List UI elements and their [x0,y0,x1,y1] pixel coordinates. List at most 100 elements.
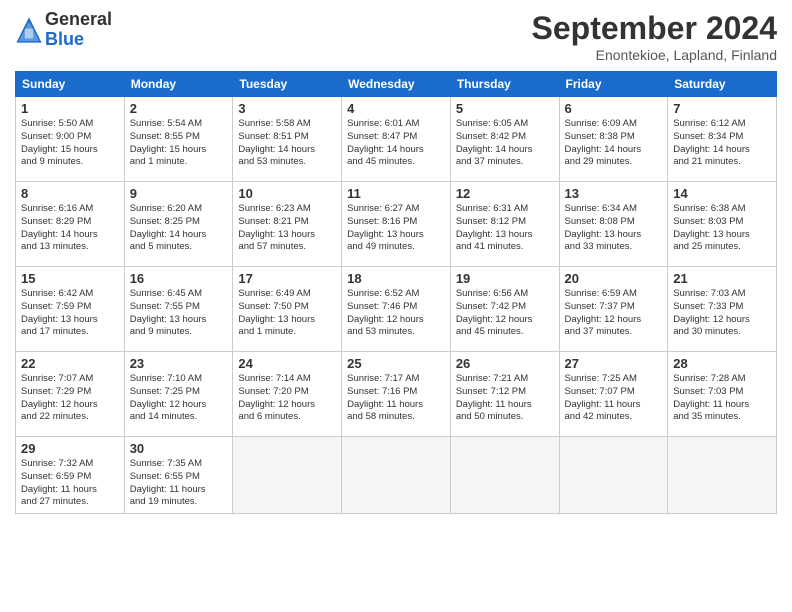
col-thursday: Thursday [450,72,559,97]
day-number: 19 [456,271,554,286]
table-row: 19Sunrise: 6:56 AMSunset: 7:42 PMDayligh… [450,267,559,352]
table-row: 20 Sunrise: 6:59 AMSunset: 7:37 PMDayligh… [559,267,668,352]
col-tuesday: Tuesday [233,72,342,97]
table-row: 6 Sunrise: 6:09 AMSunset: 8:38 PMDaylight… [559,97,668,182]
logo: General Blue [15,10,112,50]
table-row: 25 Sunrise: 7:17 AMSunset: 7:16 PMDayligh… [342,352,451,437]
table-row: 18 Sunrise: 6:52 AMSunset: 7:46 PMDayligh… [342,267,451,352]
table-row: 15 Sunrise: 6:42 AMSunset: 7:59 PMDayligh… [16,267,125,352]
table-row: 26 Sunrise: 7:21 AMSunset: 7:12 PMDayligh… [450,352,559,437]
day-info: Sunrise: 6:38 AMSunset: 8:03 PMDaylight:… [673,203,771,254]
table-row: 23 Sunrise: 7:10 AMSunset: 7:25 PMDayligh… [124,352,233,437]
day-info: Sunrise: 7:21 AMSunset: 7:12 PMDaylight:… [456,373,554,424]
day-info: Sunrise: 6:05 AMSunset: 8:42 PMDaylight:… [456,118,554,169]
col-saturday: Saturday [668,72,777,97]
day-info: Sunrise: 7:17 AMSunset: 7:16 PMDaylight:… [347,373,445,424]
table-row: 16Sunrise: 6:45 AMSunset: 7:55 PMDayligh… [124,267,233,352]
calendar-body: 1 Sunrise: 5:50 AMSunset: 9:00 PMDaylight… [16,97,777,514]
day-number: 13 [565,186,663,201]
table-row: 8 Sunrise: 6:16 AMSunset: 8:29 PMDaylight… [16,182,125,267]
day-info: Sunrise: 7:35 AMSunset: 6:55 PMDaylight:… [130,458,228,509]
day-number: 29 [21,441,119,456]
calendar-table: Sunday Monday Tuesday Wednesday Thursday… [15,71,777,514]
day-info: Sunrise: 7:10 AMSunset: 7:25 PMDaylight:… [130,373,228,424]
month-title: September 2024 [532,10,777,47]
table-row: 1 Sunrise: 5:50 AMSunset: 9:00 PMDaylight… [16,97,125,182]
table-row: 9Sunrise: 6:20 AMSunset: 8:25 PMDaylight… [124,182,233,267]
table-row: 24 Sunrise: 7:14 AMSunset: 7:20 PMDayligh… [233,352,342,437]
day-number: 27 [565,356,663,371]
day-number: 26 [456,356,554,371]
day-number: 20 [565,271,663,286]
day-info: Sunrise: 7:03 AMSunset: 7:33 PMDaylight:… [673,288,771,339]
table-row: 17Sunrise: 6:49 AMSunset: 7:50 PMDayligh… [233,267,342,352]
table-row: 13 Sunrise: 6:34 AMSunset: 8:08 PMDayligh… [559,182,668,267]
day-info: Sunrise: 6:20 AMSunset: 8:25 PMDaylight:… [130,203,228,254]
day-number: 14 [673,186,771,201]
title-section: September 2024 Enontekioe, Lapland, Finl… [532,10,777,63]
day-number: 4 [347,101,445,116]
day-number: 5 [456,101,554,116]
day-info: Sunrise: 7:32 AMSunset: 6:59 PMDaylight:… [21,458,119,509]
calendar-header: Sunday Monday Tuesday Wednesday Thursday… [16,72,777,97]
table-row: 22 Sunrise: 7:07 AMSunset: 7:29 PMDayligh… [16,352,125,437]
day-info: Sunrise: 6:34 AMSunset: 8:08 PMDaylight:… [565,203,663,254]
day-number: 18 [347,271,445,286]
day-number: 6 [565,101,663,116]
page: General Blue September 2024 Enontekioe, … [0,0,792,612]
day-info: Sunrise: 7:07 AMSunset: 7:29 PMDaylight:… [21,373,119,424]
day-info: Sunrise: 5:54 AMSunset: 8:55 PMDaylight:… [130,118,228,169]
table-row: 10 Sunrise: 6:23 AMSunset: 8:21 PMDayligh… [233,182,342,267]
table-row: 30 Sunrise: 7:35 AMSunset: 6:55 PMDayligh… [124,437,233,514]
day-info: Sunrise: 7:28 AMSunset: 7:03 PMDaylight:… [673,373,771,424]
day-info: Sunrise: 5:58 AMSunset: 8:51 PMDaylight:… [238,118,336,169]
day-number: 23 [130,356,228,371]
table-row [233,437,342,514]
table-row: 4Sunrise: 6:01 AMSunset: 8:47 PMDaylight… [342,97,451,182]
table-row: 7Sunrise: 6:12 AMSunset: 8:34 PMDaylight… [668,97,777,182]
day-info: Sunrise: 6:23 AMSunset: 8:21 PMDaylight:… [238,203,336,254]
day-info: Sunrise: 6:31 AMSunset: 8:12 PMDaylight:… [456,203,554,254]
header-row: Sunday Monday Tuesday Wednesday Thursday… [16,72,777,97]
table-row: 14 Sunrise: 6:38 AMSunset: 8:03 PMDayligh… [668,182,777,267]
table-row: 12 Sunrise: 6:31 AMSunset: 8:12 PMDayligh… [450,182,559,267]
day-number: 8 [21,186,119,201]
header: General Blue September 2024 Enontekioe, … [15,10,777,63]
col-monday: Monday [124,72,233,97]
day-number: 1 [21,101,119,116]
day-number: 10 [238,186,336,201]
day-number: 2 [130,101,228,116]
table-row: 3 Sunrise: 5:58 AMSunset: 8:51 PMDaylight… [233,97,342,182]
day-number: 21 [673,271,771,286]
day-number: 24 [238,356,336,371]
day-number: 7 [673,101,771,116]
location-subtitle: Enontekioe, Lapland, Finland [532,47,777,63]
day-info: Sunrise: 6:27 AMSunset: 8:16 PMDaylight:… [347,203,445,254]
table-row [668,437,777,514]
day-info: Sunrise: 6:42 AMSunset: 7:59 PMDaylight:… [21,288,119,339]
day-number: 12 [456,186,554,201]
table-row: 11Sunrise: 6:27 AMSunset: 8:16 PMDayligh… [342,182,451,267]
day-info: Sunrise: 7:14 AMSunset: 7:20 PMDaylight:… [238,373,336,424]
day-info: Sunrise: 6:16 AMSunset: 8:29 PMDaylight:… [21,203,119,254]
col-wednesday: Wednesday [342,72,451,97]
table-row: 29 Sunrise: 7:32 AMSunset: 6:59 PMDayligh… [16,437,125,514]
day-number: 22 [21,356,119,371]
day-info: Sunrise: 6:52 AMSunset: 7:46 PMDaylight:… [347,288,445,339]
day-info: Sunrise: 5:50 AMSunset: 9:00 PMDaylight:… [21,118,119,169]
day-info: Sunrise: 6:45 AMSunset: 7:55 PMDaylight:… [130,288,228,339]
table-row: 28 Sunrise: 7:28 AMSunset: 7:03 PMDayligh… [668,352,777,437]
day-number: 28 [673,356,771,371]
table-row: 2 Sunrise: 5:54 AMSunset: 8:55 PMDaylight… [124,97,233,182]
table-row: 21 Sunrise: 7:03 AMSunset: 7:33 PMDayligh… [668,267,777,352]
day-info: Sunrise: 6:09 AMSunset: 8:38 PMDaylight:… [565,118,663,169]
day-number: 30 [130,441,228,456]
table-row [450,437,559,514]
day-number: 15 [21,271,119,286]
day-info: Sunrise: 6:59 AMSunset: 7:37 PMDaylight:… [565,288,663,339]
col-friday: Friday [559,72,668,97]
day-number: 25 [347,356,445,371]
logo-blue-text: Blue [45,30,112,50]
day-number: 3 [238,101,336,116]
day-info: Sunrise: 7:25 AMSunset: 7:07 PMDaylight:… [565,373,663,424]
